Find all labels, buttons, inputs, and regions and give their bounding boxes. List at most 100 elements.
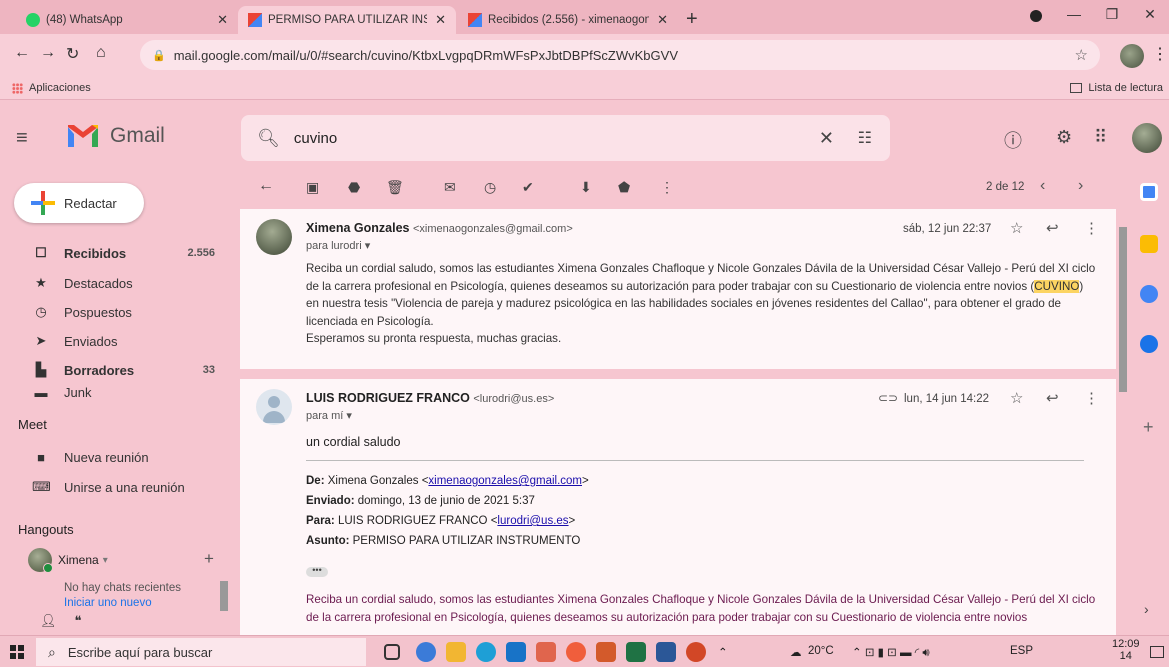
sender[interactable]: LUIS RODRIGUEZ FRANCO <lurodri@us.es> bbox=[306, 391, 554, 405]
minimize-icon[interactable]: — bbox=[1055, 6, 1093, 23]
home-icon[interactable]: ⌂ bbox=[96, 44, 106, 62]
taskbar-clock[interactable]: 12:09 14 bbox=[1112, 638, 1140, 662]
powerpoint-icon[interactable] bbox=[686, 642, 706, 662]
sidebar-item-recibidos[interactable]: ☐ Recibidos 2.556 bbox=[0, 239, 225, 267]
taskbar-search[interactable]: ⌕ Escribe aquí para buscar bbox=[36, 638, 366, 666]
excel-icon[interactable] bbox=[626, 642, 646, 662]
profile-icon[interactable] bbox=[1030, 10, 1042, 22]
default-avatar-icon[interactable] bbox=[256, 389, 292, 425]
tab-whatsapp[interactable]: (48) WhatsApp ✕ bbox=[16, 6, 238, 34]
sidebar-item-enviados[interactable]: ➤ Enviados bbox=[0, 327, 225, 355]
tasks-icon[interactable] bbox=[1140, 285, 1158, 303]
add-chat-icon[interactable]: + bbox=[204, 549, 214, 569]
close-icon[interactable]: ✕ bbox=[435, 12, 446, 28]
newer-chevron-icon[interactable]: ‹ bbox=[1040, 177, 1045, 195]
scrollbar-thumb[interactable] bbox=[1119, 227, 1127, 392]
recipient-line[interactable]: para lurodri ▾ bbox=[306, 239, 370, 252]
start-new-chat-link[interactable]: Iniciar uno nuevo bbox=[64, 597, 152, 607]
store-icon[interactable] bbox=[596, 642, 616, 662]
weather-temp[interactable]: 20°C bbox=[808, 645, 834, 657]
mail-app-icon[interactable] bbox=[506, 642, 526, 662]
chevron-up-icon[interactable]: ⌃ bbox=[718, 645, 728, 659]
search-options-icon[interactable]: ☷ bbox=[858, 128, 872, 148]
older-chevron-icon[interactable]: › bbox=[1078, 177, 1083, 195]
more-options-icon[interactable]: ⋮ bbox=[660, 179, 674, 196]
compose-button[interactable]: Redactar bbox=[14, 183, 144, 223]
file-explorer-icon[interactable] bbox=[446, 642, 466, 662]
more-options-icon[interactable]: ⋮ bbox=[1084, 219, 1099, 237]
address-bar[interactable]: 🔒 mail.google.com/mail/u/0/#search/cuvin… bbox=[140, 40, 1100, 70]
chrome-icon[interactable] bbox=[566, 642, 586, 662]
from-email-link[interactable]: ximenaogonzales@gmail.com bbox=[428, 475, 582, 487]
clear-search-icon[interactable]: ✕ bbox=[819, 128, 834, 149]
to-email-link[interactable]: lurodri@us.es bbox=[497, 515, 568, 527]
settings-gear-icon[interactable]: ⚙ bbox=[1056, 127, 1072, 148]
recipient-line[interactable]: para mí ▾ bbox=[306, 409, 352, 422]
sidebar-item-destacados[interactable]: ★ Destacados bbox=[0, 269, 225, 297]
get-addons-icon[interactable]: + bbox=[1143, 417, 1154, 438]
sidebar-scrollbar[interactable] bbox=[220, 581, 228, 611]
word-icon[interactable] bbox=[656, 642, 676, 662]
tab-permiso[interactable]: PERMISO PARA UTILIZAR INSTRU ✕ bbox=[238, 6, 456, 34]
sidebar-item-junk[interactable]: ▬ Junk bbox=[0, 385, 225, 399]
close-window-icon[interactable]: ✕ bbox=[1131, 6, 1169, 23]
move-to-icon[interactable]: ⬇ bbox=[580, 179, 592, 196]
reply-icon[interactable]: ↩ bbox=[1046, 219, 1059, 237]
hangouts-user[interactable]: Ximena ▾ bbox=[28, 548, 108, 573]
help-icon[interactable]: ⓘ bbox=[1004, 127, 1022, 153]
hangouts-icon[interactable]: ❝ bbox=[75, 613, 82, 629]
gmail-logo[interactable]: Gmail bbox=[66, 123, 165, 149]
reading-list[interactable]: Lista de lectura bbox=[1070, 82, 1163, 94]
reply-icon[interactable]: ↩ bbox=[1046, 389, 1059, 407]
tab-recibidos[interactable]: Recibidos (2.556) - ximenaogonz ✕ bbox=[458, 6, 678, 34]
back-to-list-icon[interactable]: ← bbox=[258, 177, 274, 195]
notification-icon[interactable] bbox=[1150, 646, 1164, 658]
snooze-icon[interactable]: ◷ bbox=[484, 179, 496, 196]
restore-icon[interactable]: ❐ bbox=[1093, 6, 1131, 23]
browser-profile-avatar[interactable] bbox=[1120, 44, 1144, 68]
mark-unread-icon[interactable]: ✉ bbox=[444, 179, 456, 196]
report-spam-icon[interactable]: ⬣ bbox=[348, 179, 360, 196]
sender-avatar[interactable] bbox=[256, 219, 292, 255]
language-indicator[interactable]: ESP bbox=[1010, 645, 1033, 657]
add-to-tasks-icon[interactable]: ✔ bbox=[522, 179, 534, 196]
close-icon[interactable]: ✕ bbox=[657, 12, 668, 28]
sender[interactable]: Ximena Gonzales <ximenaogonzales@gmail.c… bbox=[306, 221, 573, 235]
google-apps-icon[interactable]: ⠿ bbox=[1094, 127, 1107, 148]
show-trimmed-content-button[interactable]: ••• bbox=[306, 566, 328, 577]
meet-new-meeting[interactable]: ■ Nueva reunión bbox=[0, 443, 225, 471]
search-input[interactable]: cuvino bbox=[294, 130, 337, 147]
menu-icon[interactable]: ≡ bbox=[16, 127, 28, 150]
office-icon[interactable] bbox=[536, 642, 556, 662]
calendar-icon[interactable] bbox=[1140, 183, 1158, 201]
edge-icon[interactable] bbox=[476, 642, 496, 662]
browser-menu-icon[interactable]: ⋮ bbox=[1152, 44, 1168, 64]
more-options-icon[interactable]: ⋮ bbox=[1084, 389, 1099, 407]
search-icon[interactable]: 🔍︎ bbox=[257, 128, 280, 149]
task-view-icon[interactable] bbox=[384, 644, 400, 660]
sidebar-item-borradores[interactable]: ▙ Borradores 33 bbox=[0, 356, 225, 384]
windows-start-icon[interactable] bbox=[10, 645, 24, 659]
chevron-down-icon[interactable]: ▾ bbox=[103, 555, 108, 566]
conversation-scrollbar[interactable] bbox=[1116, 205, 1130, 635]
reload-icon[interactable]: ↻ bbox=[66, 44, 79, 64]
meet-join-meeting[interactable]: ⌨ Unirse a una reunión bbox=[0, 473, 225, 501]
new-tab-icon[interactable]: + bbox=[686, 8, 698, 31]
star-icon[interactable]: ☆ bbox=[1010, 389, 1023, 407]
contacts-icon[interactable]: 👤︎ bbox=[40, 613, 57, 629]
account-avatar[interactable] bbox=[1132, 123, 1162, 153]
back-icon[interactable]: ← bbox=[14, 44, 30, 62]
star-icon[interactable]: ☆ bbox=[1010, 219, 1023, 237]
contacts-icon[interactable] bbox=[1140, 335, 1158, 353]
forward-icon[interactable]: → bbox=[40, 44, 56, 62]
close-icon[interactable]: ✕ bbox=[217, 12, 228, 28]
bookmark-star-icon[interactable]: ☆ bbox=[1075, 46, 1088, 64]
opera-icon[interactable] bbox=[416, 642, 436, 662]
archive-icon[interactable]: ▣ bbox=[306, 179, 319, 196]
weather-icon[interactable]: ☁ bbox=[790, 645, 802, 659]
sidebar-item-pospuestos[interactable]: ◷ Pospuestos bbox=[0, 298, 225, 326]
keep-icon[interactable] bbox=[1140, 235, 1158, 253]
chevron-down-icon[interactable]: ▾ bbox=[365, 240, 371, 252]
delete-icon[interactable]: 🗑︎ bbox=[386, 179, 404, 196]
apps-bookmark[interactable]: Aplicaciones bbox=[12, 82, 91, 94]
